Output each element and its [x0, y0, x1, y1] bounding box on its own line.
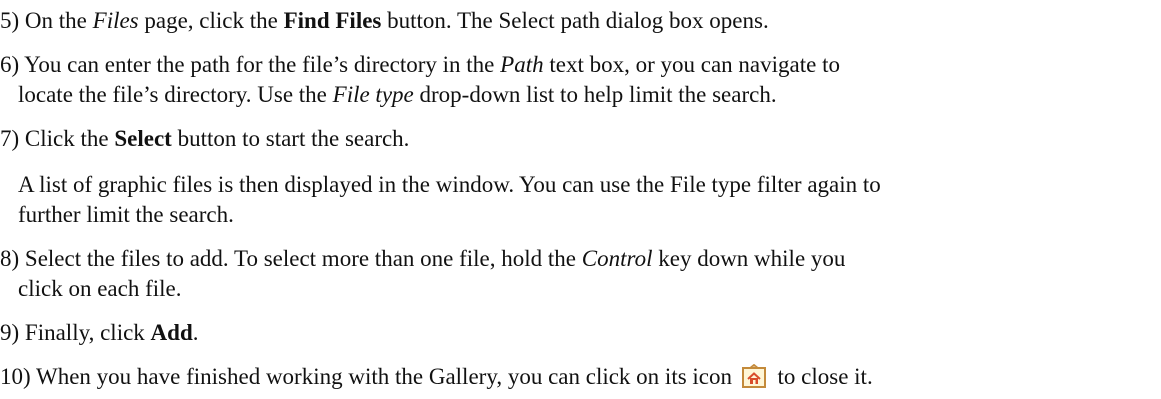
italic-term: File type	[332, 82, 414, 107]
step-text: On the	[24, 8, 87, 33]
bold-term: Add	[150, 320, 193, 345]
step-line: 8) Select the files to add. To select mo…	[0, 244, 1150, 274]
step-text: button. The Select path dialog box opens…	[387, 8, 769, 33]
step-number: 9)	[0, 320, 20, 345]
step-text: locate the file’s directory. Use the	[18, 82, 327, 107]
step-number: 8)	[0, 246, 20, 271]
step-text: You can enter the path for the file’s di…	[24, 52, 495, 77]
step-number: 6)	[0, 52, 20, 77]
step-text: .	[192, 320, 199, 345]
step-text: Select the files to add. To select more …	[24, 246, 577, 271]
step-text: to close it.	[777, 364, 873, 389]
bold-term: Find Files	[283, 8, 382, 33]
step-10: 10) When you have finished working with …	[0, 362, 1150, 392]
step-line: 6) You can enter the path for the file’s…	[0, 50, 1150, 80]
step-9: 9) Finally, click Add.	[0, 318, 1150, 348]
step-text: text box, or you can navigate to	[549, 52, 840, 77]
step-6: 6) You can enter the path for the file’s…	[0, 50, 1150, 110]
step-8: 8) Select the files to add. To select mo…	[0, 244, 1150, 304]
bold-term: Select	[114, 126, 172, 151]
document-page: 5) On the Files page, click the Find Fil…	[0, 0, 1161, 399]
italic-term: Control	[581, 246, 653, 271]
step-text: drop-down list to help limit the search.	[419, 82, 777, 107]
step-number: 5)	[0, 8, 20, 33]
step-text: page, click the	[144, 8, 278, 33]
step-text: key down while you	[658, 246, 846, 271]
note-line: A list of graphic files is then displaye…	[18, 172, 881, 197]
step-5: 5) On the Files page, click the Find Fil…	[0, 6, 1150, 36]
step-text: When you have finished working with the …	[36, 364, 733, 389]
step-text: Finally, click	[24, 320, 145, 345]
step-line: click on each file.	[18, 276, 182, 301]
step-text: Click the	[24, 126, 109, 151]
step-7-note: A list of graphic files is then displaye…	[18, 170, 1148, 230]
note-line: further limit the search.	[18, 202, 234, 227]
italic-term: Files	[92, 8, 139, 33]
step-text: button to start the search.	[177, 126, 410, 151]
step-7: 7) Click the Select button to start the …	[0, 124, 1150, 154]
gallery-icon[interactable]	[741, 364, 766, 388]
step-number: 10)	[0, 364, 31, 389]
italic-term: Path	[500, 52, 544, 77]
step-line: locate the file’s directory. Use the Fil…	[0, 80, 1150, 110]
step-number: 7)	[0, 126, 20, 151]
